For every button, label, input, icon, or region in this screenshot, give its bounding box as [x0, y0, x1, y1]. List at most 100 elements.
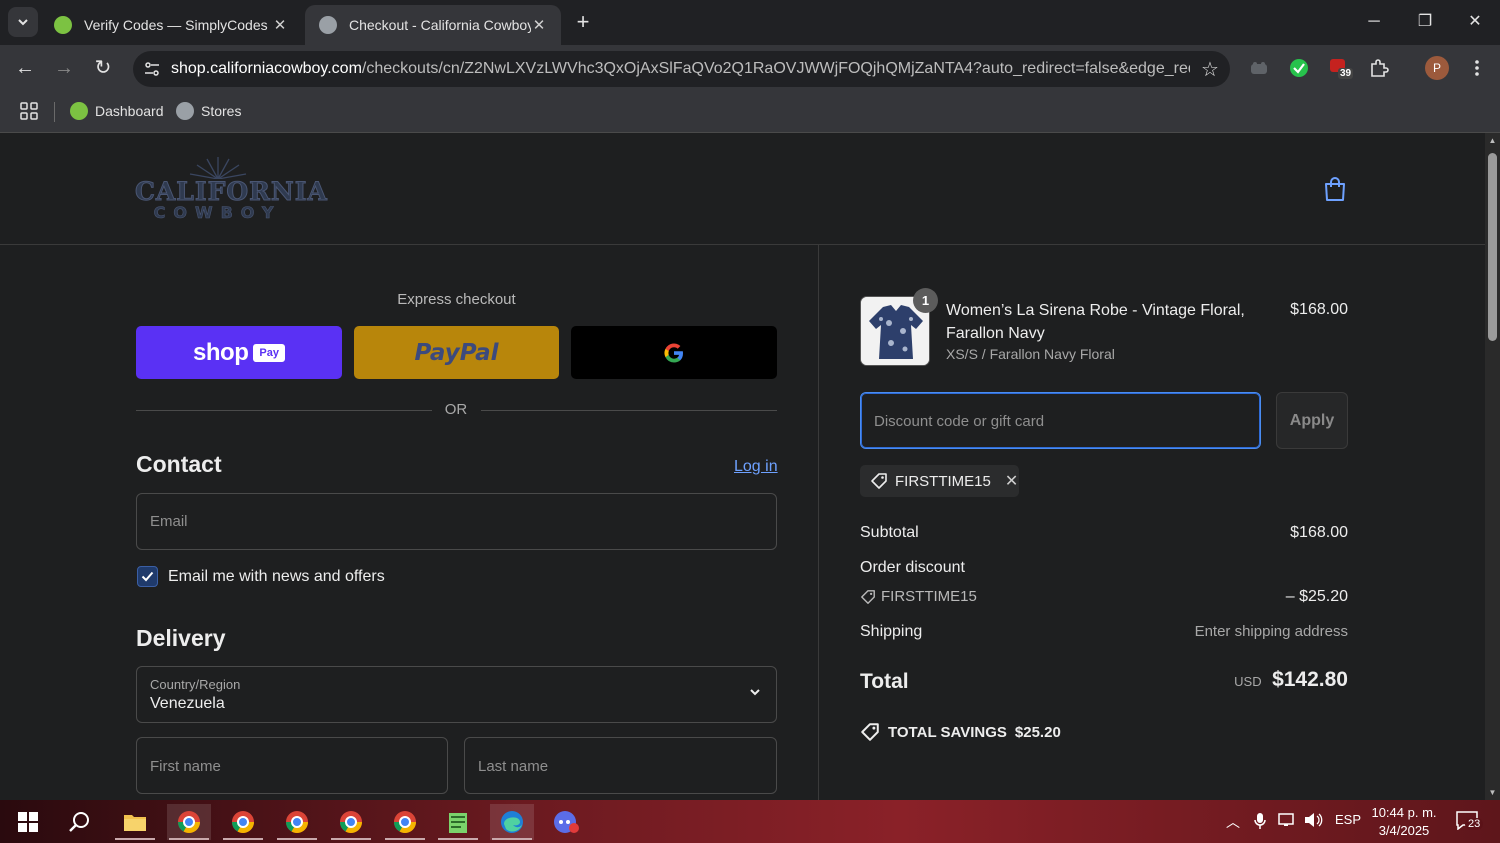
clock[interactable]: 10:44 p. m. 3/4/2025: [1365, 804, 1443, 840]
address-bar[interactable]: shop.californiacowboy.com/checkouts/cn/Z…: [133, 51, 1230, 87]
delivery-heading: Delivery: [136, 625, 226, 651]
chat-app-icon[interactable]: [544, 804, 588, 840]
california-cowboy-logo[interactable]: CALIFORNIA COWBOY: [135, 155, 328, 225]
shipping-label: Shipping: [860, 623, 923, 640]
shop-pay-button[interactable]: shop Pay: [136, 326, 342, 379]
chrome-profile-icon[interactable]: [275, 804, 319, 840]
language-indicator[interactable]: ESP: [1335, 812, 1361, 827]
country-label: Country/Region: [150, 677, 241, 692]
discount-field[interactable]: [860, 392, 1261, 449]
volume-icon[interactable]: [1304, 812, 1324, 831]
paypal-button[interactable]: PayPal: [354, 326, 559, 379]
close-tab-icon[interactable]: ✕: [531, 16, 547, 34]
bookmark-star-icon[interactable]: ☆: [1190, 57, 1230, 82]
forward-button[interactable]: →: [49, 53, 79, 83]
globe-icon: [176, 102, 194, 120]
edge-icon[interactable]: [490, 804, 534, 840]
network-icon[interactable]: [1278, 812, 1298, 831]
simplycodes-icon: [70, 102, 88, 120]
or-label: OR: [444, 401, 468, 418]
clock-date: 3/4/2025: [1378, 823, 1430, 838]
chrome-taskbar-icon[interactable]: [167, 804, 211, 840]
newsletter-checkbox[interactable]: [137, 566, 158, 587]
minimize-button[interactable]: ─: [1359, 8, 1389, 36]
restore-button[interactable]: ❐: [1410, 8, 1440, 36]
tab-checkout[interactable]: Checkout - California Cowboy ✕: [305, 5, 561, 45]
bookmark-stores[interactable]: Stores: [176, 100, 241, 122]
running-indicator: [277, 838, 317, 840]
last-name-field[interactable]: Last name: [464, 737, 777, 794]
checkout-page: CALIFORNIA COWBOY Express checkout shop …: [0, 133, 1485, 800]
search-icon[interactable]: [58, 804, 102, 840]
scroll-up-arrow-icon[interactable]: ▲: [1487, 136, 1498, 145]
chrome-profile-icon[interactable]: [329, 804, 373, 840]
notepad-icon[interactable]: [436, 804, 480, 840]
browser-toolbar: ← → ↻ shop.californiacowboy.com/checkout…: [0, 45, 1500, 90]
scroll-down-arrow-icon[interactable]: ▼: [1487, 788, 1498, 797]
chevron-down-icon: [750, 689, 760, 696]
remove-discount-icon[interactable]: ✕: [1005, 471, 1018, 491]
discount-input[interactable]: [874, 410, 1244, 432]
subtotal-value: $168.00: [1290, 524, 1348, 541]
running-indicator: [223, 838, 263, 840]
chrome-profile-icon[interactable]: [221, 804, 265, 840]
applied-code: FIRSTTIME15: [895, 472, 991, 490]
tag-icon: [861, 589, 875, 604]
reload-button[interactable]: ↻: [88, 53, 118, 83]
shopping-bag-icon[interactable]: [1322, 175, 1348, 203]
subtotal-row: Subtotal $168.00: [860, 524, 1348, 542]
logo-text-california: CALIFORNIA: [135, 177, 328, 207]
extension-puzzle-gray-icon[interactable]: [1248, 57, 1270, 79]
profile-avatar[interactable]: P: [1425, 56, 1449, 80]
globe-icon: [319, 16, 337, 34]
store-header: CALIFORNIA COWBOY: [0, 133, 1485, 245]
running-indicator: [331, 838, 371, 840]
back-button[interactable]: ←: [10, 53, 40, 83]
close-window-button[interactable]: ✕: [1460, 8, 1490, 36]
url-text: shop.californiacowboy.com/checkouts/cn/Z…: [171, 60, 1190, 78]
chrome-profile-icon[interactable]: [383, 804, 427, 840]
microphone-icon[interactable]: [1254, 812, 1266, 833]
tab-simplycodes[interactable]: Verify Codes — SimplyCodes ✕: [40, 5, 302, 45]
running-indicator: [115, 838, 155, 840]
shop-pay-badge: Pay: [253, 343, 285, 362]
newsletter-label[interactable]: Email me with news and offers: [168, 568, 385, 586]
discount-code-wrap: FIRSTTIME15: [860, 588, 977, 605]
url-path: /checkouts/cn/Z2NwLXVzLWVhc3QxOjAxSlFaQV…: [361, 60, 1190, 77]
bookmark-dashboard[interactable]: Dashboard: [70, 100, 164, 122]
savings-label: TOTAL SAVINGS: [888, 723, 1007, 741]
site-info-icon[interactable]: [143, 60, 161, 78]
new-tab-button[interactable]: +: [570, 10, 596, 36]
windows-taskbar: ︿ ESP 10:44 p. m. 3/4/2025 23: [0, 800, 1500, 843]
menu-kebab-icon[interactable]: [1466, 57, 1488, 79]
first-name-field[interactable]: First name: [136, 737, 448, 794]
tag-icon: [871, 473, 887, 489]
windows-start-icon[interactable]: [6, 804, 50, 840]
total-row: Total USD $142.80: [860, 668, 1348, 694]
tab-strip: Verify Codes — SimplyCodes ✕ Checkout - …: [0, 0, 1500, 45]
tab-search-button[interactable]: [8, 7, 38, 37]
discount-code-row: FIRSTTIME15 – $25.20: [860, 588, 1348, 610]
file-explorer-icon[interactable]: [113, 804, 157, 840]
close-tab-icon[interactable]: ✕: [272, 16, 288, 34]
notifications-icon[interactable]: 23: [1455, 810, 1484, 833]
express-checkout-title: Express checkout: [397, 291, 516, 308]
apply-button[interactable]: Apply: [1276, 392, 1348, 449]
sunburst-icon: [189, 157, 247, 179]
last-name-placeholder: Last name: [478, 758, 549, 775]
tray-expand-icon[interactable]: ︿: [1226, 812, 1240, 832]
country-select[interactable]: Country/Region Venezuela: [136, 666, 777, 723]
running-indicator: [169, 838, 209, 840]
extensions-puzzle-icon[interactable]: [1368, 57, 1390, 79]
check-extension-icon[interactable]: [1288, 57, 1310, 79]
email-field[interactable]: Email: [136, 493, 777, 550]
subtotal-label: Subtotal: [860, 524, 919, 541]
login-link[interactable]: Log in: [734, 458, 778, 476]
apps-grid-icon[interactable]: [20, 100, 38, 122]
extension-badge-icon[interactable]: 39: [1328, 57, 1354, 79]
profile-initial: P: [1432, 61, 1441, 75]
page-scrollbar[interactable]: ▲ ▼: [1485, 133, 1500, 800]
scrollbar-thumb[interactable]: [1488, 153, 1497, 341]
google-pay-button[interactable]: [571, 326, 777, 379]
google-g-icon: [664, 342, 683, 363]
